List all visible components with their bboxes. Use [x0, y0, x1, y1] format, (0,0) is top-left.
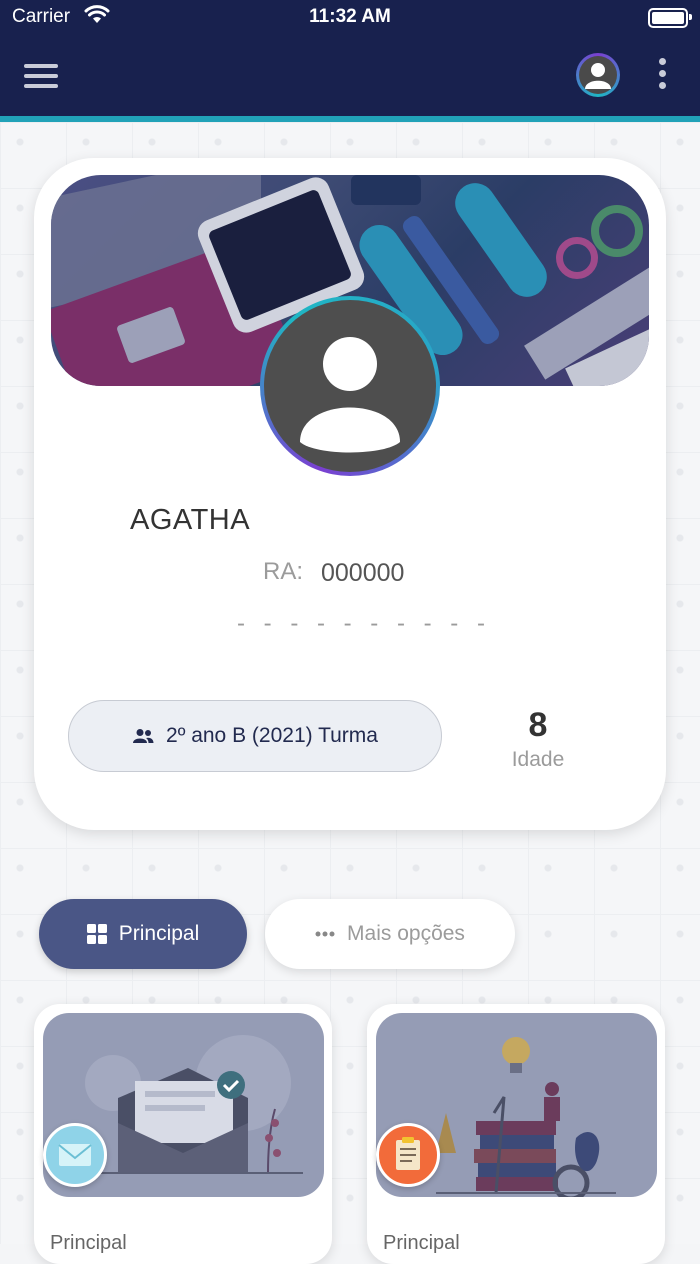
status-bar: Carrier 11:32 AM: [0, 0, 700, 36]
tab-principal[interactable]: Principal: [39, 899, 247, 969]
horizontal-dots-icon: [315, 931, 335, 937]
clipboard-icon: [376, 1123, 440, 1187]
ra-value: 000000: [321, 559, 405, 587]
menu-card-messages[interactable]: Principal: [34, 1004, 332, 1264]
tab-mais-opcoes-label: Mais opções: [347, 922, 465, 945]
clock: 11:32 AM: [309, 6, 391, 27]
users-icon: [133, 729, 154, 743]
placeholder-dashes: - - - - - - - - - -: [237, 610, 491, 637]
user-avatar-icon[interactable]: [576, 53, 620, 97]
student-avatar[interactable]: [260, 296, 440, 476]
age-value: 8: [528, 706, 548, 744]
envelope-icon: [43, 1123, 107, 1187]
hamburger-menu-icon[interactable]: [24, 64, 58, 88]
class-label: 2º ano B (2021) Turma: [166, 724, 378, 747]
class-button[interactable]: 2º ano B (2021) Turma: [68, 700, 442, 772]
grid-icon: [86, 924, 107, 944]
battery-icon: [648, 8, 692, 28]
tab-principal-label: Principal: [118, 922, 200, 945]
menu-card-tasks[interactable]: Principal: [367, 1004, 665, 1264]
student-profile-card: AGATHA RA: 000000 - - - - - - - - - - 2º…: [34, 158, 666, 830]
vertical-dots-icon[interactable]: [655, 58, 669, 94]
age-label: Idade: [511, 748, 565, 771]
ra-label: RA:: [263, 558, 304, 585]
tab-mais-opcoes[interactable]: Mais opções: [265, 899, 515, 969]
student-name: AGATHA: [130, 504, 251, 536]
navbar-accent-line: [0, 116, 700, 122]
